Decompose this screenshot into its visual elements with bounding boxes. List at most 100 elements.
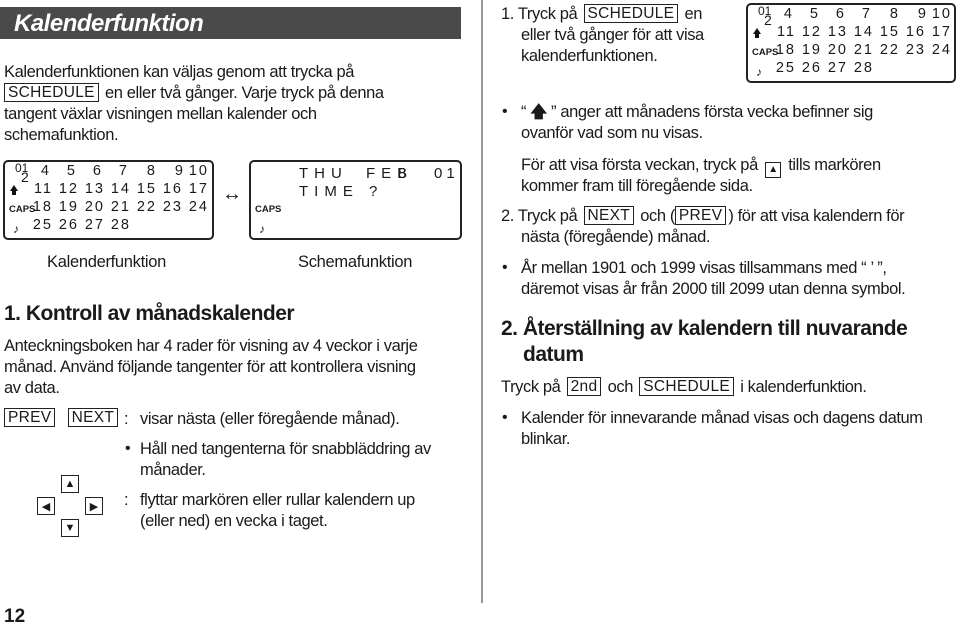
- section-2-mid: och: [607, 378, 634, 396]
- bullet-icon: •: [502, 409, 508, 426]
- lcd-day-cell: 7: [118, 163, 129, 179]
- lcd-day-cell: 24: [188, 199, 209, 215]
- schedule-key: SCHEDULE: [639, 377, 734, 396]
- prev-next-description: visar nästa (eller föregående månad).: [140, 410, 400, 428]
- lcd-day-cell: 4: [40, 163, 51, 179]
- lcd-day-cell: 13: [84, 181, 105, 197]
- section-2-bullet-line-1: Kalender för innevarande månad visas och…: [521, 409, 923, 427]
- lcd-day: THU: [299, 165, 348, 182]
- lcd-day-cell: 6: [835, 6, 846, 22]
- lcd-day-cell: 25: [32, 217, 53, 233]
- section-title: Kalenderfunktion: [14, 10, 204, 37]
- lcd-day-cell: 14: [853, 24, 874, 40]
- schedule-key: SCHEDULE: [583, 4, 679, 23]
- lcd-day-cell: 26: [58, 217, 79, 233]
- arrow-left-key-icon: ◀: [37, 497, 55, 515]
- page-number: 12: [4, 606, 26, 627]
- first-week-line-2: kommer fram till föregående sida.: [521, 177, 753, 195]
- lcd-time-prompt: TIME ?: [299, 183, 384, 200]
- intro-line-2: SCHEDULE en eller två gånger. Varje tryc…: [4, 83, 384, 104]
- step-1-post: en: [684, 5, 703, 23]
- step-1-line-3: kalenderfunktionen.: [521, 47, 658, 65]
- lcd-day-cell: 17: [188, 181, 209, 197]
- lcd-day-cell: 9: [917, 6, 928, 22]
- lcd-day-cell: 27: [827, 60, 848, 76]
- bullet-icon: •: [502, 259, 508, 276]
- next-key: NEXT: [583, 206, 635, 225]
- lcd-year: 01: [434, 165, 459, 182]
- arrow-up-icon: 🡅: [530, 103, 547, 121]
- note-icon: ♪: [756, 65, 762, 79]
- arrow-up-key-icon: ▲: [61, 475, 79, 493]
- lcd-day-cell: 20: [84, 199, 105, 215]
- section-1-heading: 1. Kontroll av månadskalender: [4, 302, 295, 325]
- lcd-day-cell: 28: [110, 217, 131, 233]
- lcd-schedule-display: THU FEB 8 01 TIME ? CAPS ♪: [249, 160, 462, 240]
- step-2-pre: Tryck på: [517, 207, 578, 225]
- section-2-post: i kalenderfunktion.: [740, 378, 867, 396]
- lcd-day-cell: 6: [92, 163, 103, 179]
- step-1-pre: Tryck på: [517, 5, 578, 23]
- note-icon: ♪: [13, 222, 19, 236]
- note-icon: ♪: [259, 222, 265, 236]
- intro-line-1: Kalenderfunktionen kan väljas genom att …: [4, 63, 355, 81]
- arrow-desc-line-1: flyttar markören eller rullar kalendern …: [140, 491, 415, 509]
- lcd-day-cell: 10: [188, 163, 209, 179]
- lcd-day-cell: 7: [861, 6, 872, 22]
- lcd-day-cell: 16: [162, 181, 183, 197]
- lcd-day-cell: 27: [84, 217, 105, 233]
- lcd-day-cell: 9: [174, 163, 185, 179]
- arrow-desc-line-2: (eller ned) en vecka i taget.: [140, 512, 328, 530]
- lcd-day-cell: 12: [801, 24, 822, 40]
- bullet-icon: •: [125, 440, 131, 457]
- lcd-day-cell: 16: [905, 24, 926, 40]
- year-bullet-line-2: däremot visas år från 2000 till 2099 uta…: [521, 280, 906, 298]
- lcd-calendar-display: 01 2 CAPS ♪ 4 5 6 7 8 9 10 11 12 13 14 15 16 17 18 19 20 21 22…: [3, 160, 214, 240]
- lcd-day-cell: 11: [776, 24, 796, 40]
- column-divider: [481, 0, 483, 603]
- close-quote: ”: [551, 103, 557, 121]
- lcd-day-cell: 28: [853, 60, 874, 76]
- arrow-up-icon-stem: [755, 34, 759, 38]
- lcd-day-cell: 19: [58, 199, 79, 215]
- section-1-para-2: månad. Använd följande tangenter för att…: [4, 358, 416, 376]
- lcd-day-cell: 15: [136, 181, 157, 197]
- prev-next-colon: :: [124, 410, 129, 428]
- section-1-para-3: av data.: [4, 379, 60, 397]
- lcd-day-cell: 17: [931, 24, 952, 40]
- lcd-day-cell: 21: [853, 42, 874, 58]
- arrow-colon: :: [124, 491, 129, 509]
- intro-line-2-text: en eller två gånger. Varje tryck på denn…: [105, 84, 384, 102]
- lcd-day-cell: 24: [931, 42, 952, 58]
- lcd-day-cell: 23: [162, 199, 183, 215]
- arrow-bullet-text: anger att månadens första vecka befinner…: [560, 103, 873, 121]
- lcd-day-cell: 22: [879, 42, 900, 58]
- section-2-heading-line-1: 2. Återställning av kalendern till nuvar…: [501, 317, 908, 340]
- lcd-day-cell: 11: [33, 181, 53, 197]
- lcd-day-cell: 4: [783, 6, 794, 22]
- lcd-day-cell: 18: [32, 199, 53, 215]
- hold-keys-line-2: månader.: [140, 461, 206, 479]
- prev-key: PREV: [4, 408, 56, 427]
- swap-arrow-icon: ↔: [222, 183, 242, 205]
- year-bullet-line-1: År mellan 1901 och 1999 visas tillsamman…: [521, 259, 887, 277]
- caps-indicator: CAPS: [255, 204, 282, 215]
- lcd-date: 8: [398, 165, 407, 182]
- section-2-instruction: Tryck på 2nd och SCHEDULE i kalenderfunk…: [501, 377, 867, 398]
- lcd-day-cell: 22: [136, 199, 157, 215]
- prev-next-row: PREV NEXT: [4, 408, 120, 429]
- arrow-right-key-icon: ▶: [85, 497, 103, 515]
- caption-schedule: Schemafunktion: [298, 253, 413, 271]
- arrow-down-key-icon: ▼: [61, 519, 79, 537]
- intro-line-3: tangent växlar visningen mellan kalender…: [4, 105, 317, 123]
- 2nd-key: 2nd: [566, 377, 602, 396]
- lcd-day-cell: 26: [801, 60, 822, 76]
- lcd-day-cell: 13: [827, 24, 848, 40]
- lcd-day-cell: 10: [931, 6, 952, 22]
- lcd-day-cell: 21: [110, 199, 131, 215]
- bullet-icon: •: [502, 103, 508, 120]
- arrow-up-key-icon: ▲: [765, 162, 782, 178]
- lcd-day-cell: 5: [66, 163, 77, 179]
- first-week-post: tills markören: [788, 156, 881, 174]
- first-week-pre: För att visa första veckan, tryck på: [521, 156, 758, 174]
